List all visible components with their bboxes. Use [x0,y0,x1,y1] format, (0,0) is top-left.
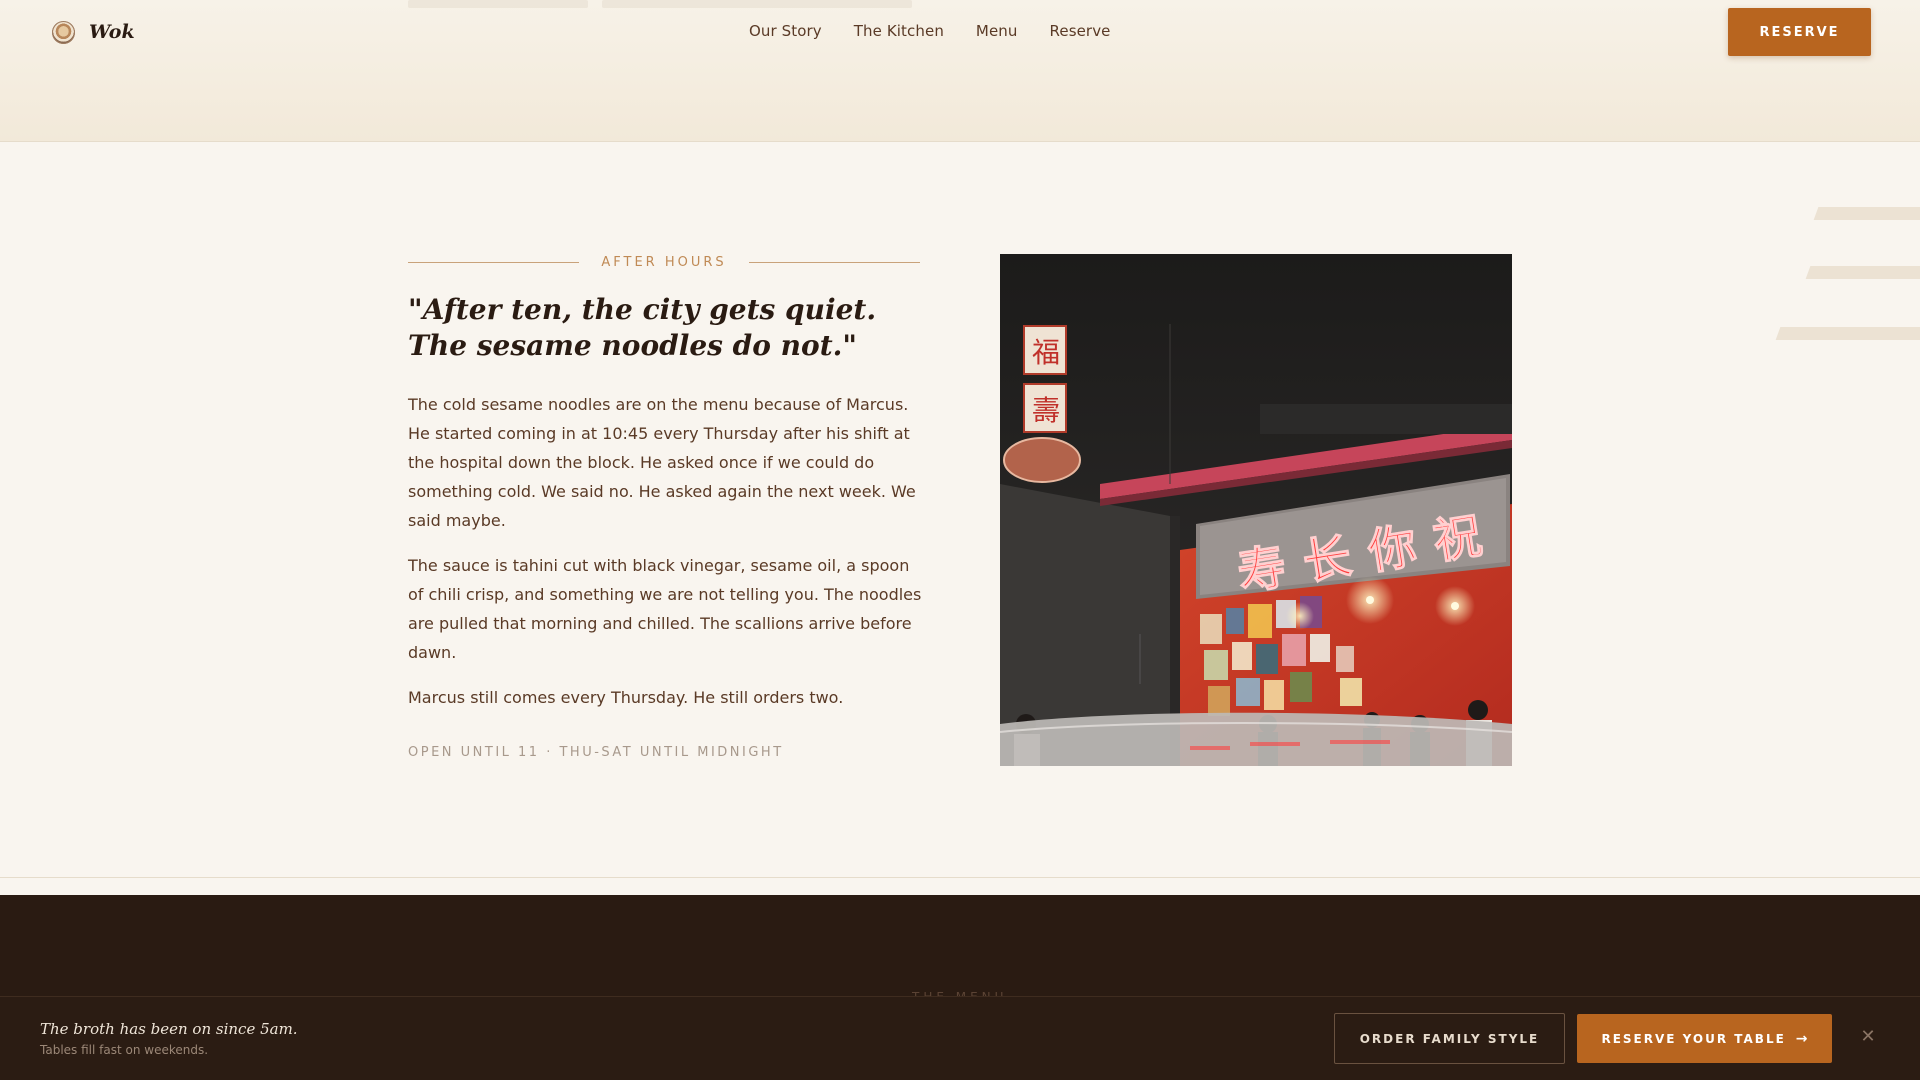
brand[interactable]: Wok [52,20,135,44]
bowl-logo-icon [52,20,75,44]
close-icon[interactable]: ✕ [1858,1027,1878,1047]
opening-hours: OPEN UNTIL 11 · THU-SAT UNTIL MIDNIGHT [408,745,784,760]
vertical-sign-char: 福 [1032,336,1060,369]
decor-stripe [1813,207,1920,220]
nav-the-kitchen[interactable]: The Kitchen [854,22,944,40]
order-family-style-button[interactable]: ORDER FAMILY STYLE [1334,1013,1565,1064]
eyebrow-rule-left [408,261,580,263]
site-header: Wok Our Story The Kitchen Menu Reserve R… [0,0,1920,142]
story-body: The cold sesame noodles are on the menu … [408,390,928,728]
storefront-photo: 寿长你祝 福 壽 [1000,254,1512,766]
nav-menu[interactable]: Menu [976,22,1018,40]
story-paragraph: Marcus still comes every Thursday. He st… [408,688,844,707]
sticky-subtitle: Tables fill fast on weekends. [40,1043,209,1057]
header-faded-strip [408,0,918,10]
neon-storefront-illustration: 寿长你祝 福 壽 [1000,254,1512,766]
header-reserve-button[interactable]: RESERVE [1728,8,1871,56]
section-divider [0,877,1920,878]
main-nav: Our Story The Kitchen Menu Reserve [749,22,1111,40]
decor-stripe [1775,327,1920,340]
reserve-your-table-button[interactable]: RESERVE YOUR TABLE → [1577,1014,1832,1063]
reserve-your-table-label: RESERVE YOUR TABLE [1601,1031,1786,1046]
brand-name: Wok [89,21,135,43]
vertical-sign-char: 壽 [1032,394,1060,427]
story-paragraph: The sauce is tahini cut with black vineg… [408,556,922,662]
nav-reserve[interactable]: Reserve [1050,22,1111,40]
arrow-right-icon: → [1795,1030,1808,1047]
pull-quote: "After ten, the city gets quiet. The ses… [408,293,877,362]
eyebrow-rule-right [748,261,920,263]
eyebrow-label: AFTER HOURS [601,254,727,270]
decor-stripe [1805,266,1920,279]
faded-bar [602,0,912,8]
story-paragraph: The cold sesame noodles are on the menu … [408,395,916,530]
sticky-title: The broth has been on since 5am. [40,1020,298,1038]
faded-bar [408,0,588,8]
nav-our-story[interactable]: Our Story [749,22,822,40]
section-eyebrow: AFTER HOURS [408,252,920,272]
